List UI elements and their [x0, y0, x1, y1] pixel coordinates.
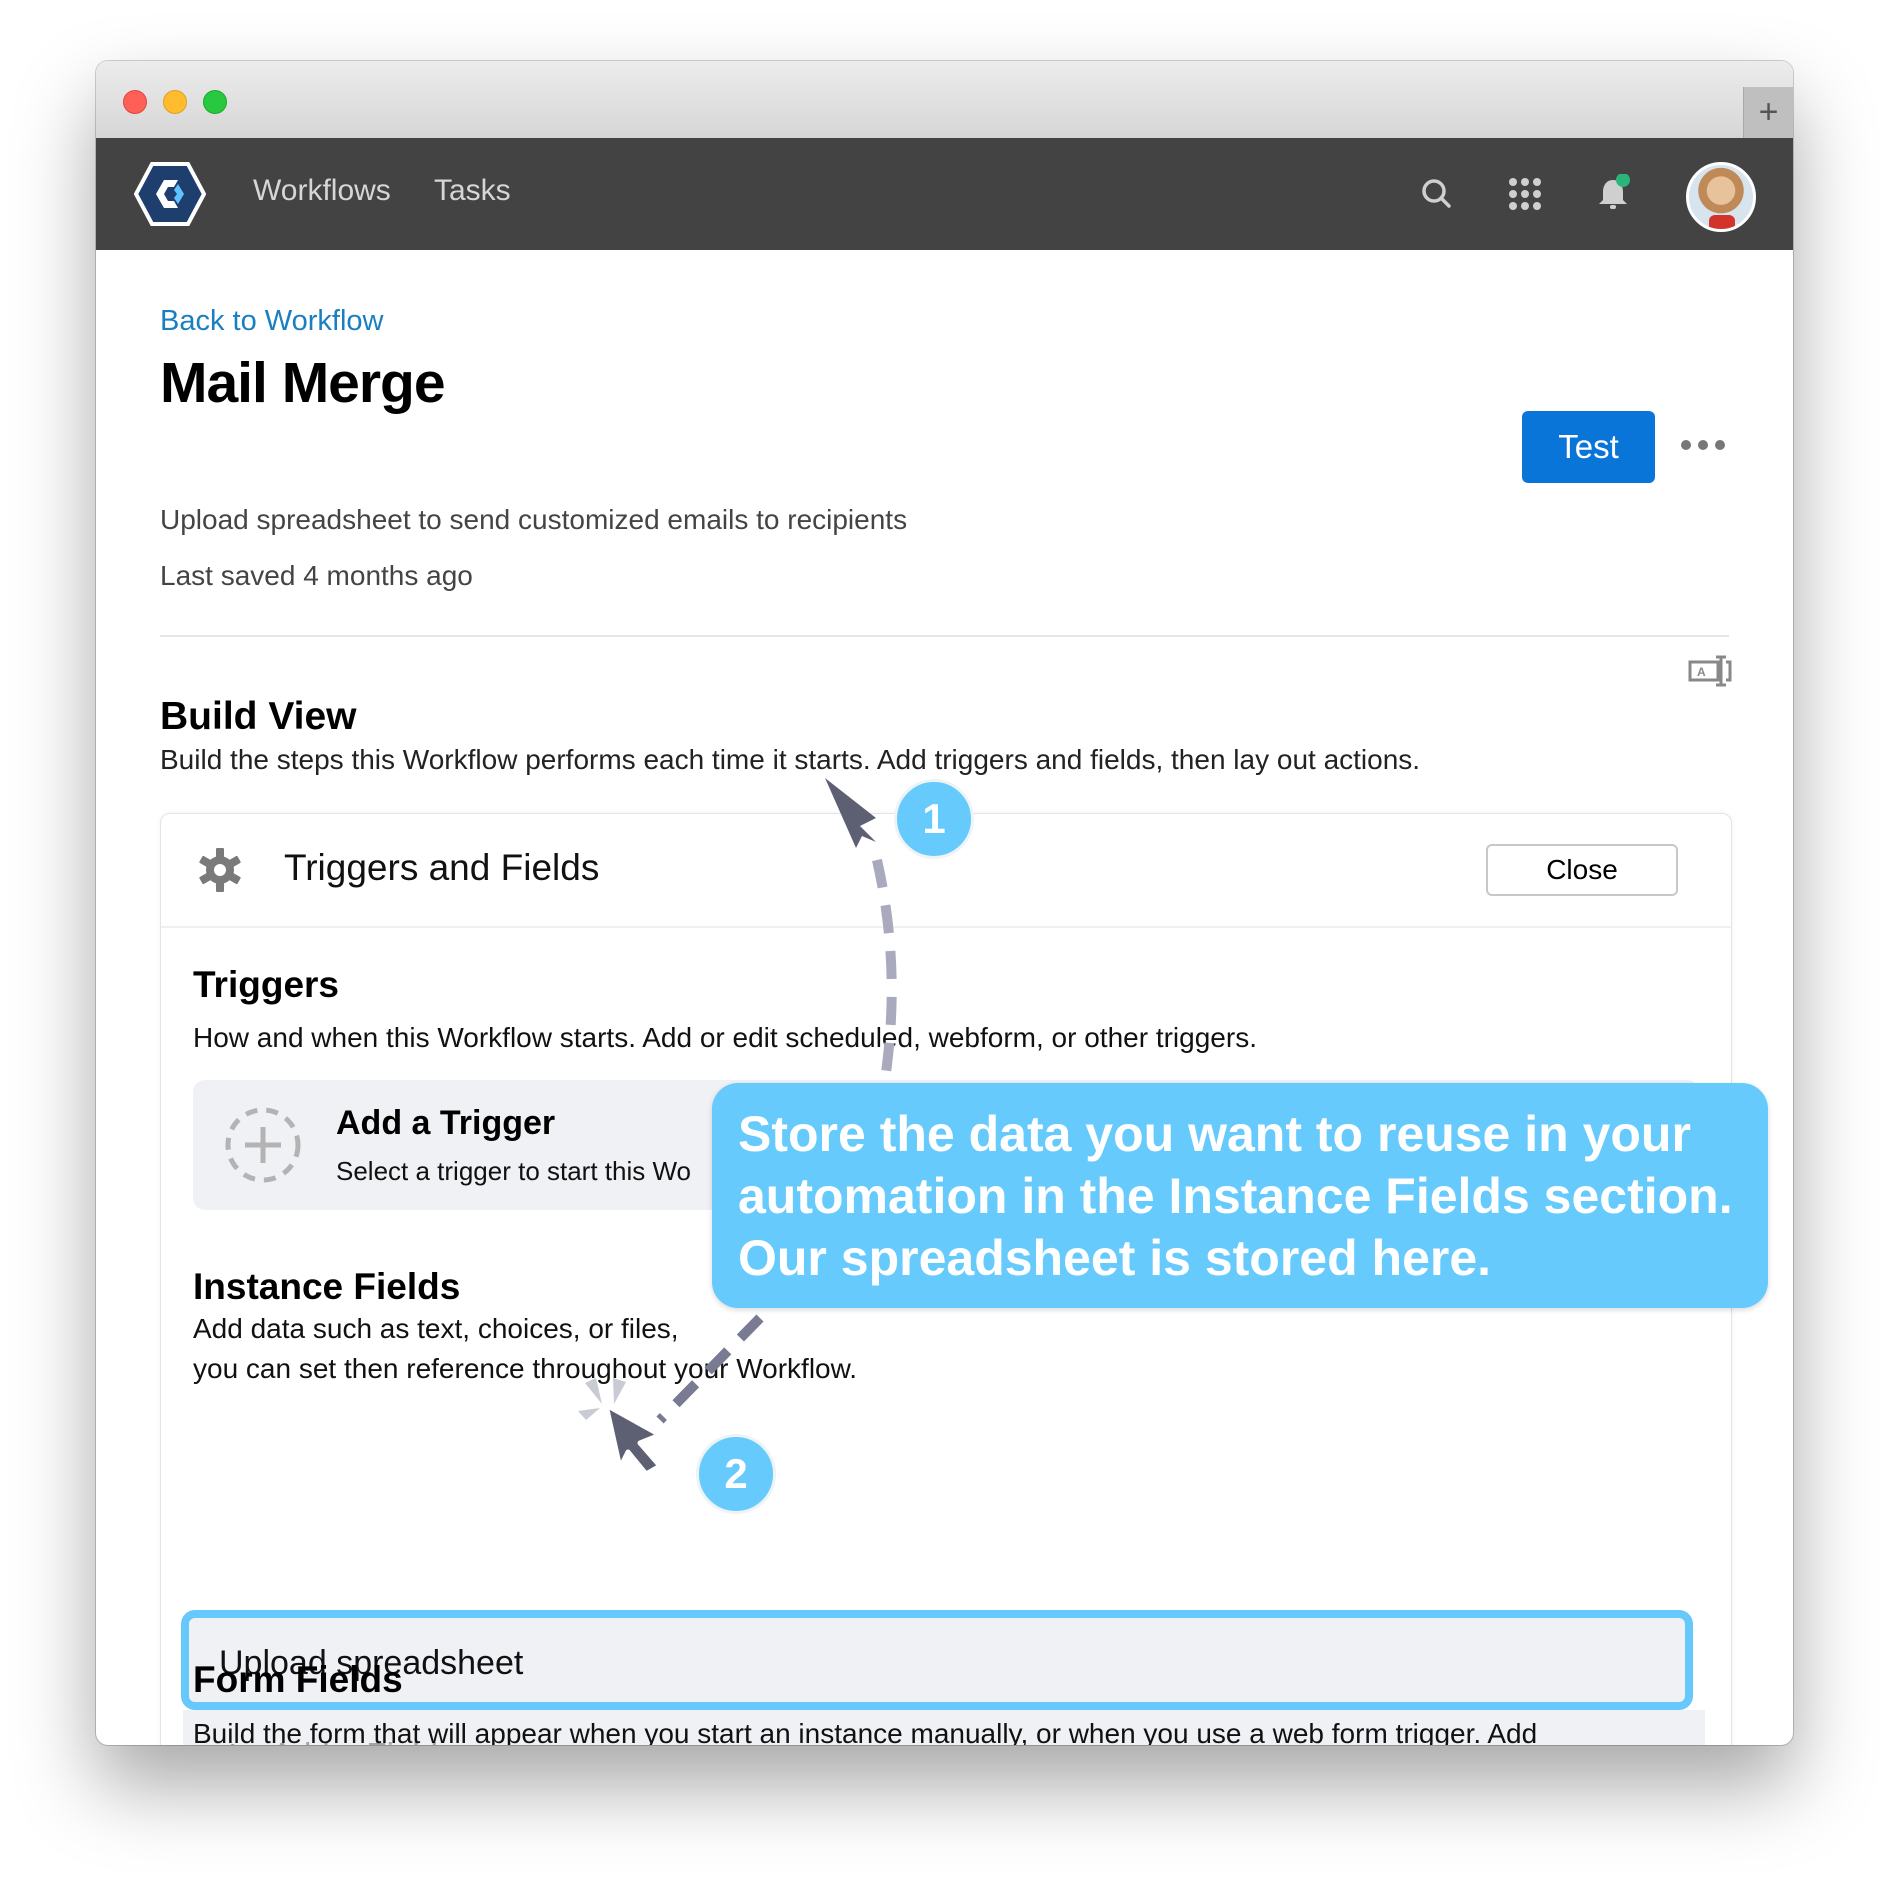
minimize-window-button[interactable] [163, 90, 187, 114]
step-badge-2: 2 [696, 1434, 776, 1514]
step-badge-1: 1 [894, 779, 974, 859]
notification-bell-icon[interactable] [1593, 174, 1633, 214]
add-trigger-subtitle: Select a trigger to start this Wo [336, 1156, 691, 1186]
instance-field-upload-spreadsheet[interactable]: Upload spreadsheet [181, 1610, 1693, 1710]
browser-window: + Workflows Tasks Back to Workflow Mail … [96, 61, 1793, 1745]
search-icon[interactable] [1417, 174, 1457, 214]
page-title: Mail Merge [160, 351, 446, 415]
callout-text: Store the data you want to reuse in your… [738, 1106, 1733, 1286]
instance-fields-description-line2: you can set then reference throughout yo… [193, 1353, 858, 1384]
form-fields-title: Form Fields [193, 1659, 403, 1700]
form-fields-description-line1: Build the form that will appear when you… [193, 1718, 1538, 1745]
page-content: Back to Workflow Mail Merge Upload sprea… [96, 250, 1793, 1745]
add-trigger-plus-icon [225, 1107, 301, 1183]
instance-fields-description-line1: Add data such as text, choices, or files… [193, 1313, 679, 1344]
gear-icon [199, 848, 241, 892]
ellipsis-icon [1681, 440, 1691, 450]
header-divider [160, 635, 1729, 637]
nav-link-tasks[interactable]: Tasks [434, 174, 511, 208]
title-bar: + [96, 61, 1793, 139]
back-to-workflow-link[interactable]: Back to Workflow [160, 305, 383, 338]
svg-text:A: A [1697, 665, 1706, 679]
nav-link-workflows[interactable]: Workflows [253, 174, 391, 208]
top-nav-bar: Workflows Tasks [96, 138, 1793, 250]
text-field-icon[interactable]: A [1688, 653, 1732, 689]
tutorial-callout: Store the data you want to reuse in your… [712, 1083, 1768, 1308]
close-panel-button[interactable]: Close [1486, 844, 1678, 896]
new-tab-button[interactable]: + [1743, 87, 1793, 138]
add-trigger-title: Add a Trigger [336, 1104, 556, 1142]
user-avatar[interactable] [1686, 162, 1756, 232]
close-window-button[interactable] [123, 90, 147, 114]
build-view-title: Build View [160, 695, 357, 738]
panel-title: Triggers and Fields [284, 847, 600, 888]
triggers-description: How and when this Workflow starts. Add o… [193, 1022, 1257, 1053]
app-logo-icon[interactable] [134, 158, 206, 230]
workflow-description: Upload spreadsheet to send customized em… [160, 504, 908, 535]
test-button[interactable]: Test [1522, 411, 1655, 483]
more-options-button[interactable] [1681, 428, 1729, 462]
triggers-title: Triggers [193, 964, 339, 1005]
instance-fields-title: Instance Fields [193, 1266, 461, 1307]
last-saved-text: Last saved 4 months ago [160, 560, 473, 591]
build-view-description: Build the steps this Workflow performs e… [160, 744, 1421, 775]
apps-grid-icon[interactable] [1505, 174, 1545, 214]
maximize-window-button[interactable] [203, 90, 227, 114]
